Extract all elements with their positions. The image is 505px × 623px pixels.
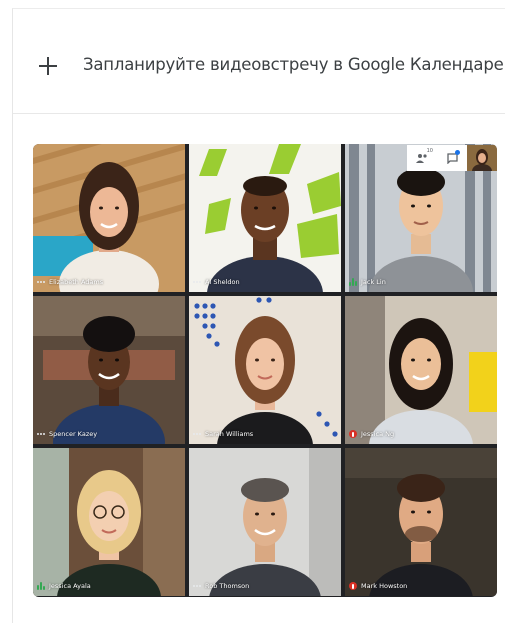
participant-name: Rob Thomson: [205, 582, 250, 590]
participant-name-tag: Elizabeth Adams: [37, 278, 103, 286]
participant-video: [33, 144, 185, 292]
mic-idle-icon: [37, 281, 45, 283]
participant-tile: Jessica Ng: [345, 296, 497, 444]
meet-home-panel: Запланируйте видеовстречу в Google Кален…: [12, 8, 505, 623]
mic-muted-icon: [349, 582, 357, 590]
participant-name: Jessica Ayala: [49, 582, 91, 590]
participant-video: [345, 296, 497, 444]
participant-name-tag: Jessica Ayala: [37, 582, 91, 590]
people-icon: [416, 154, 427, 163]
participant-name: Sarah Williams: [205, 430, 254, 438]
participant-tile: Sarah Williams: [189, 296, 341, 444]
participant-name: Al Sheldon: [205, 278, 240, 286]
participant-name: Mark Howston: [361, 582, 408, 590]
schedule-in-calendar-label: Запланируйте видеовстречу в Google Кален…: [83, 55, 504, 74]
chat-button[interactable]: [437, 145, 467, 171]
plus-icon: [39, 57, 57, 75]
participant-tile: Mark Howston: [345, 448, 497, 596]
mic-idle-icon: [193, 433, 201, 435]
participant-tile: Jessica Ayala: [33, 448, 185, 596]
mic-idle-icon: [193, 281, 201, 283]
video-grid-illustration: Elizabeth Adams Al Sheldon Jack Lin 10 S…: [33, 144, 497, 597]
participant-name: Elizabeth Adams: [49, 278, 104, 286]
participant-tile: Al Sheldon: [189, 144, 341, 292]
participant-tile: Rob Thomson: [189, 448, 341, 596]
participant-name-tag: Spencer Kazey: [37, 430, 97, 438]
participant-name-tag: Sarah Williams: [193, 430, 253, 438]
mic-idle-icon: [193, 585, 201, 587]
participant-name-tag: Jack Lin: [349, 278, 386, 286]
participant-video: [33, 296, 185, 444]
divider: [13, 113, 505, 114]
participant-tile: Jack Lin 10: [345, 144, 497, 292]
schedule-in-calendar-item[interactable]: Запланируйте видеовстречу в Google Кален…: [13, 9, 505, 113]
participant-video: [345, 448, 497, 596]
mic-speaking-icon: [349, 278, 357, 286]
mic-muted-icon: [349, 430, 357, 438]
participant-tile: Spencer Kazey: [33, 296, 185, 444]
participant-video: [33, 448, 185, 596]
participant-name: Jack Lin: [361, 278, 386, 286]
self-view-avatar: [467, 145, 497, 171]
participant-name-tag: Jessica Ng: [349, 430, 394, 438]
participant-tile: Elizabeth Adams: [33, 144, 185, 292]
participant-video: [189, 296, 341, 444]
call-toolbar: 10: [407, 144, 497, 172]
mic-speaking-icon: [37, 582, 45, 590]
participant-name-tag: Al Sheldon: [193, 278, 240, 286]
participant-name: Spencer Kazey: [49, 430, 98, 438]
participant-video: [189, 448, 341, 596]
mic-idle-icon: [37, 433, 45, 435]
people-button[interactable]: 10: [407, 145, 437, 171]
participant-name: Jessica Ng: [361, 430, 395, 438]
chat-badge: [455, 150, 460, 155]
people-count: 10: [426, 148, 433, 154]
participant-video: [189, 144, 341, 292]
participant-name-tag: Mark Howston: [349, 582, 407, 590]
participant-name-tag: Rob Thomson: [193, 582, 249, 590]
self-view-thumbnail[interactable]: [467, 145, 497, 171]
